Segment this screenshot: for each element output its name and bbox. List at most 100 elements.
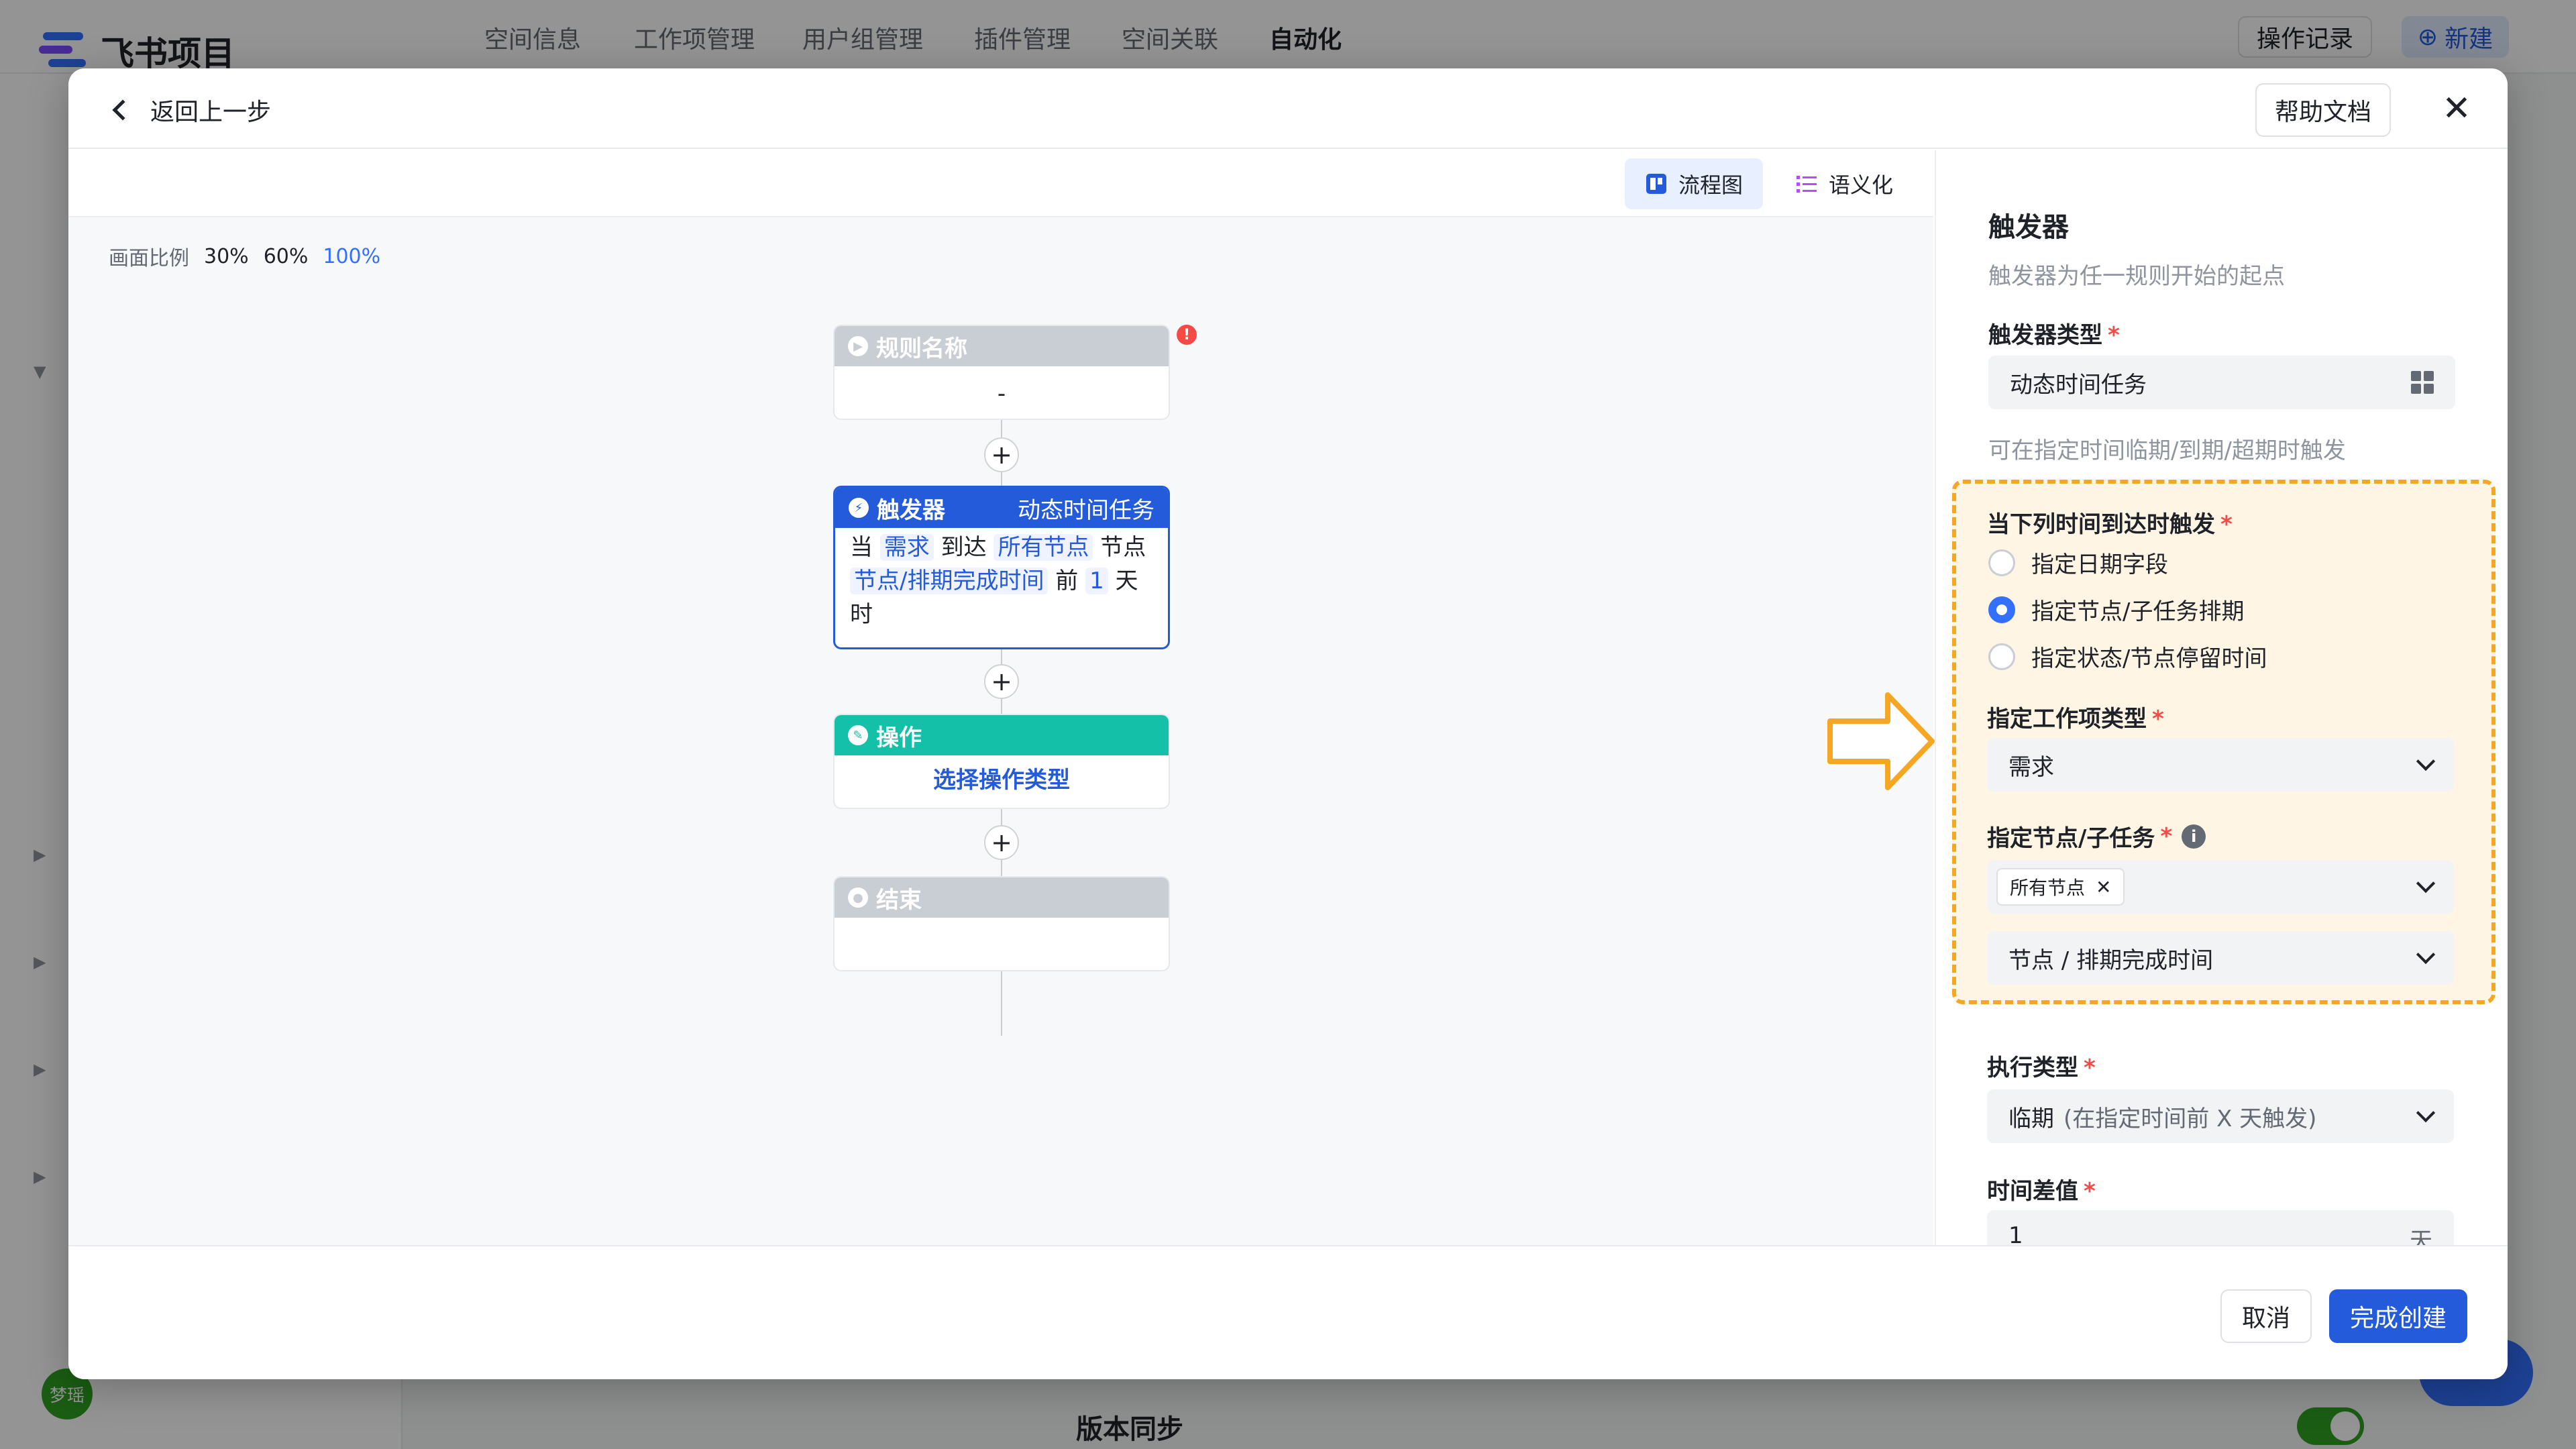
radio-status-duration[interactable]: 指定状态/节点停留时间	[1988, 640, 2267, 673]
zoom-label: 画面比例	[109, 247, 189, 270]
close-icon[interactable]: ✕	[2436, 89, 2477, 129]
work-item-type-select[interactable]: 需求	[1987, 738, 2454, 792]
node-time-field-select[interactable]: 节点 / 排期完成时间	[1987, 931, 2454, 985]
exec-type-label-text: 执行类型	[1987, 1055, 2078, 1081]
trigger-type-label: 触发器类型 *	[1988, 317, 2120, 350]
work-item-type-label: 指定工作项类型 *	[1987, 700, 2164, 733]
error-icon: !	[1177, 325, 1197, 345]
trigger-title: 触发器	[877, 496, 945, 524]
tab-semantic-label: 语义化	[1829, 172, 1894, 198]
exec-type-select[interactable]: 临期 (在指定时间前 X 天触发)	[1987, 1089, 2454, 1143]
trigger-chip-time-field[interactable]: 节点/排期完成时间	[850, 568, 1049, 594]
action-node[interactable]: ✎ 操作 选择操作类型	[833, 714, 1170, 809]
zoom-30[interactable]: 30%	[204, 245, 249, 268]
trigger-node[interactable]: ⚡ 触发器 动态时间任务 当 需求 到达 所有节点 节点 节点/排期完成时间 前…	[833, 486, 1170, 649]
node-tag-label: 所有节点	[2010, 877, 2086, 899]
trigger-chip-days[interactable]: 1	[1085, 568, 1108, 594]
node-tag: 所有节点 ✕	[1996, 868, 2125, 906]
panel-subtitle: 触发器为任一规则开始的起点	[1988, 263, 2285, 290]
exec-type-hint: (在指定时间前 X 天触发)	[2063, 1105, 2317, 1132]
exec-type-label: 执行类型 *	[1987, 1049, 2096, 1082]
chevron-down-icon	[2416, 945, 2436, 965]
radio-icon	[1988, 549, 2015, 576]
required-mark: *	[2160, 822, 2173, 850]
trigger-text: 时	[850, 601, 873, 628]
trigger-type-hint: 可在指定时间临期/到期/超期时触发	[1988, 437, 2346, 464]
node-time-field-value: 节点 / 排期完成时间	[2008, 947, 2214, 974]
tab-flowchart[interactable]: 流程图	[1625, 158, 1764, 209]
zoom-100[interactable]: 100%	[323, 245, 380, 268]
add-step-button[interactable]: +	[984, 825, 1019, 860]
trigger-text: 节点	[1100, 534, 1146, 561]
flowchart-icon	[1646, 174, 1666, 194]
required-mark: *	[2152, 706, 2164, 733]
list-icon	[1796, 176, 1817, 193]
tab-semantic[interactable]: 语义化	[1775, 158, 1913, 209]
add-step-button[interactable]: +	[984, 664, 1019, 699]
panel-title: 触发器	[1988, 212, 2069, 243]
tag-close-icon[interactable]: ✕	[2096, 876, 2111, 898]
cancel-button[interactable]: 取消	[2220, 1289, 2312, 1343]
action-node-header: ✎ 操作	[835, 715, 1169, 755]
time-diff-unit: 天	[2410, 1228, 2432, 1245]
radio-label: 指定状态/节点停留时间	[2031, 645, 2267, 672]
trigger-chip-work-item[interactable]: 需求	[879, 534, 934, 561]
trigger-type: 动态时间任务	[1018, 496, 1155, 524]
time-diff-label-text: 时间差值	[1987, 1178, 2078, 1205]
radio-selected-icon	[1988, 596, 2015, 623]
create-button[interactable]: 完成创建	[2329, 1289, 2467, 1343]
trigger-text: 前	[1055, 568, 1079, 594]
stop-icon: ●	[848, 888, 868, 908]
radio-date-field[interactable]: 指定日期字段	[1988, 546, 2168, 579]
end-node-header: ● 结束	[835, 877, 1169, 918]
end-node: ● 结束	[833, 876, 1170, 971]
back-button[interactable]: 返回上一步	[112, 93, 272, 127]
tab-flowchart-label: 流程图	[1678, 172, 1743, 198]
info-icon[interactable]: i	[2182, 824, 2206, 849]
back-label: 返回上一步	[150, 99, 272, 126]
trigger-chip-node[interactable]: 所有节点	[994, 534, 1093, 561]
rule-name-node-header: ▶ 规则名称	[835, 326, 1169, 366]
bolt-icon: ⚡	[849, 498, 869, 518]
modal-header: 返回上一步 帮助文档 ✕	[68, 68, 2508, 149]
chevron-left-icon	[112, 99, 133, 121]
trigger-type-label-text: 触发器类型	[1988, 322, 2102, 349]
trigger-type-select[interactable]: 动态时间任务	[1988, 356, 2455, 409]
chevron-down-icon	[2416, 873, 2436, 894]
add-step-button[interactable]: +	[984, 437, 1019, 472]
required-mark: *	[2220, 511, 2233, 538]
trigger-text: 当	[850, 534, 873, 561]
trigger-text: 天	[1115, 568, 1138, 594]
work-item-type-label-text: 指定工作项类型	[1987, 706, 2147, 733]
radio-label: 指定日期字段	[2031, 551, 2168, 578]
flow-canvas: 流程图 语义化 画面比例 30% 60% 100% ▶ 规则名称 - ! + ⚡…	[68, 150, 1933, 1245]
help-doc-button[interactable]: 帮助文档	[2255, 83, 2391, 137]
zoom-control: 画面比例 30% 60% 100%	[109, 241, 380, 271]
when-label: 当下列时间到达时触发 *	[1987, 506, 2233, 539]
when-label-text: 当下列时间到达时触发	[1987, 511, 2215, 538]
node-subtask-label: 指定节点/子任务 * i	[1987, 820, 2206, 853]
trigger-sentence: 当 需求 到达 所有节点 节点 节点/排期完成时间 前 1 天 时	[835, 528, 1168, 634]
trigger-type-value: 动态时间任务	[2010, 371, 2147, 398]
select-action-type-link[interactable]: 选择操作类型	[835, 755, 1169, 797]
required-mark: *	[2084, 1055, 2096, 1081]
time-diff-input[interactable]: 1 天	[1987, 1210, 2454, 1245]
time-diff-label: 时间差值 *	[1987, 1173, 2096, 1205]
action-title: 操作	[876, 724, 922, 751]
work-item-type-value: 需求	[2008, 753, 2054, 781]
end-title: 结束	[876, 886, 922, 914]
node-subtask-select[interactable]: 所有节点 ✕	[1987, 860, 2454, 914]
zoom-60[interactable]: 60%	[264, 245, 309, 268]
radio-node-schedule[interactable]: 指定节点/子任务排期	[1988, 593, 2244, 626]
required-mark: *	[2084, 1178, 2096, 1205]
grid-icon	[2411, 371, 2434, 394]
rule-name-value: -	[997, 380, 1006, 407]
rule-name-title: 规则名称	[876, 335, 967, 362]
rule-name-node[interactable]: ▶ 规则名称 -	[833, 325, 1170, 420]
play-icon: ▶	[848, 336, 868, 356]
time-diff-value: 1	[2008, 1222, 2023, 1245]
trigger-node-header: ⚡ 触发器 动态时间任务	[835, 488, 1168, 528]
automation-modal: 返回上一步 帮助文档 ✕ 流程图 语义化 画面比例 30% 60% 100% ▶…	[68, 68, 2508, 1379]
chevron-down-icon	[2416, 751, 2436, 771]
node-subtask-label-text: 指定节点/子任务	[1987, 825, 2155, 852]
